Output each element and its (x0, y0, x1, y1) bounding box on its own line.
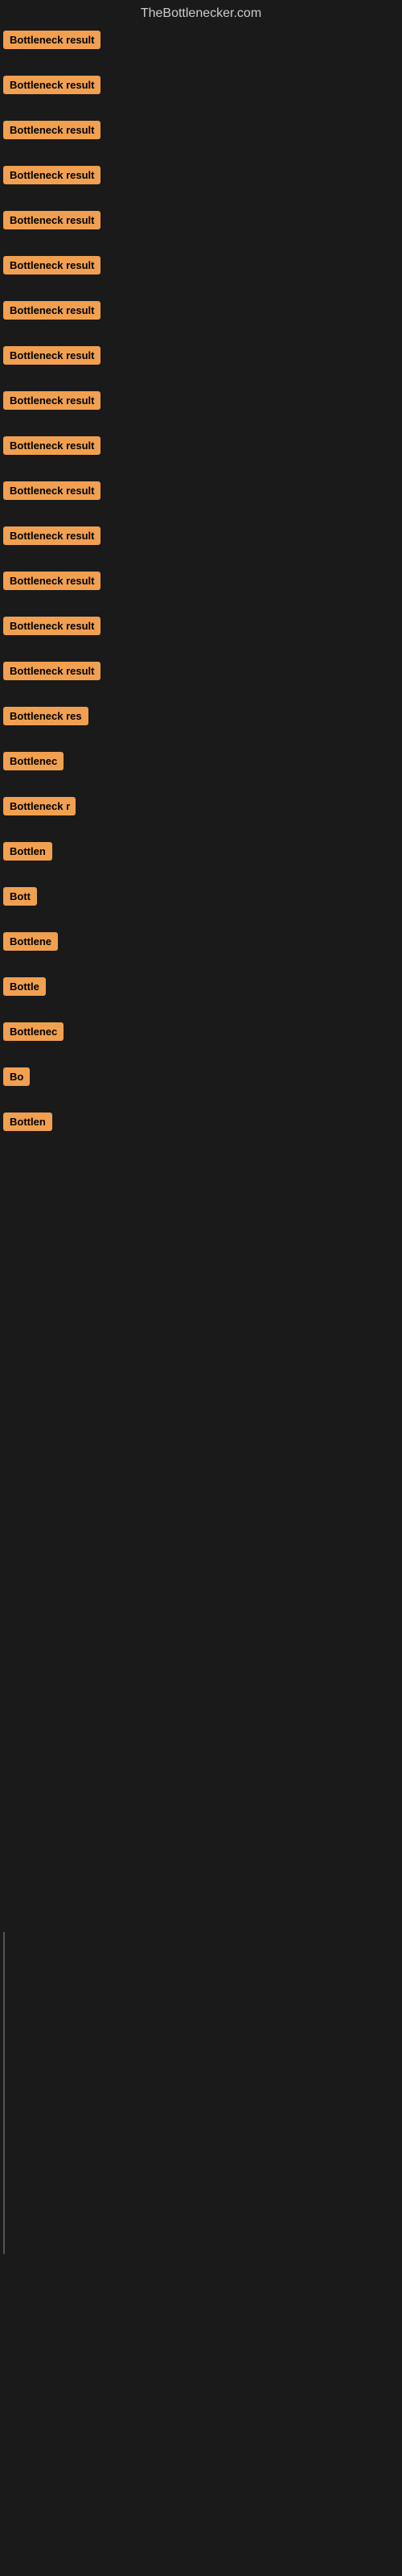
bottleneck-badge[interactable]: Bott (3, 887, 37, 906)
bottleneck-badge[interactable]: Bottleneck result (3, 391, 100, 410)
bottleneck-item: Bottleneck result (3, 121, 399, 143)
bottleneck-item: Bottleneck res (3, 707, 399, 729)
bottleneck-item: Bottlenec (3, 752, 399, 774)
bottleneck-item: Bottleneck result (3, 256, 399, 279)
bottleneck-badge[interactable]: Bottleneck r (3, 797, 76, 815)
bottleneck-badge[interactable]: Bottleneck result (3, 76, 100, 94)
bottleneck-item: Bottlen (3, 1113, 399, 1135)
bottleneck-item: Bottleneck result (3, 572, 399, 594)
bottleneck-badge[interactable]: Bottleneck res (3, 707, 88, 725)
bottleneck-badge[interactable]: Bottleneck result (3, 31, 100, 49)
bottleneck-item: Bottleneck result (3, 526, 399, 549)
bottleneck-item: Bottleneck result (3, 662, 399, 684)
bottleneck-badge[interactable]: Bottleneck result (3, 436, 100, 455)
bottleneck-item: Bottleneck result (3, 31, 399, 53)
bottleneck-badge[interactable]: Bottleneck result (3, 301, 100, 320)
bottleneck-badge[interactable]: Bottleneck result (3, 166, 100, 184)
bottleneck-item: Bottleneck result (3, 301, 399, 324)
bottleneck-item: Bo (3, 1067, 399, 1090)
vertical-line (3, 1932, 5, 2254)
bottleneck-badge[interactable]: Bottleneck result (3, 211, 100, 229)
bottleneck-badge[interactable]: Bottlen (3, 1113, 52, 1131)
bottleneck-badge[interactable]: Bo (3, 1067, 30, 1086)
bottleneck-item: Bottleneck result (3, 617, 399, 639)
bottleneck-item: Bottleneck result (3, 391, 399, 414)
bottleneck-badge[interactable]: Bottleneck result (3, 526, 100, 545)
bottleneck-badge[interactable]: Bottleneck result (3, 481, 100, 500)
bottleneck-badge[interactable]: Bottlene (3, 932, 58, 951)
bottleneck-item: Bottleneck result (3, 436, 399, 459)
bottleneck-item: Bottleneck result (3, 211, 399, 233)
bottleneck-item: Bott (3, 887, 399, 910)
bottleneck-item: Bottleneck r (3, 797, 399, 819)
bottleneck-badge[interactable]: Bottlen (3, 842, 52, 861)
bottleneck-item: Bottleneck result (3, 481, 399, 504)
bottleneck-badge[interactable]: Bottlenec (3, 1022, 64, 1041)
bottleneck-badge[interactable]: Bottle (3, 977, 46, 996)
bottleneck-badge[interactable]: Bottleneck result (3, 346, 100, 365)
bottleneck-badge[interactable]: Bottlenec (3, 752, 64, 770)
bottleneck-badge[interactable]: Bottleneck result (3, 572, 100, 590)
bottleneck-badge[interactable]: Bottleneck result (3, 617, 100, 635)
bottleneck-item: Bottlenec (3, 1022, 399, 1045)
bottleneck-badge[interactable]: Bottleneck result (3, 121, 100, 139)
bottleneck-item: Bottlene (3, 932, 399, 955)
bottleneck-item: Bottleneck result (3, 76, 399, 98)
bottleneck-badge[interactable]: Bottleneck result (3, 256, 100, 275)
bottleneck-item: Bottle (3, 977, 399, 1000)
bottleneck-item: Bottleneck result (3, 346, 399, 369)
bottleneck-item: Bottlen (3, 842, 399, 865)
site-title: TheBottlenecker.com (3, 0, 399, 31)
bottleneck-item: Bottleneck result (3, 166, 399, 188)
bottleneck-badge[interactable]: Bottleneck result (3, 662, 100, 680)
